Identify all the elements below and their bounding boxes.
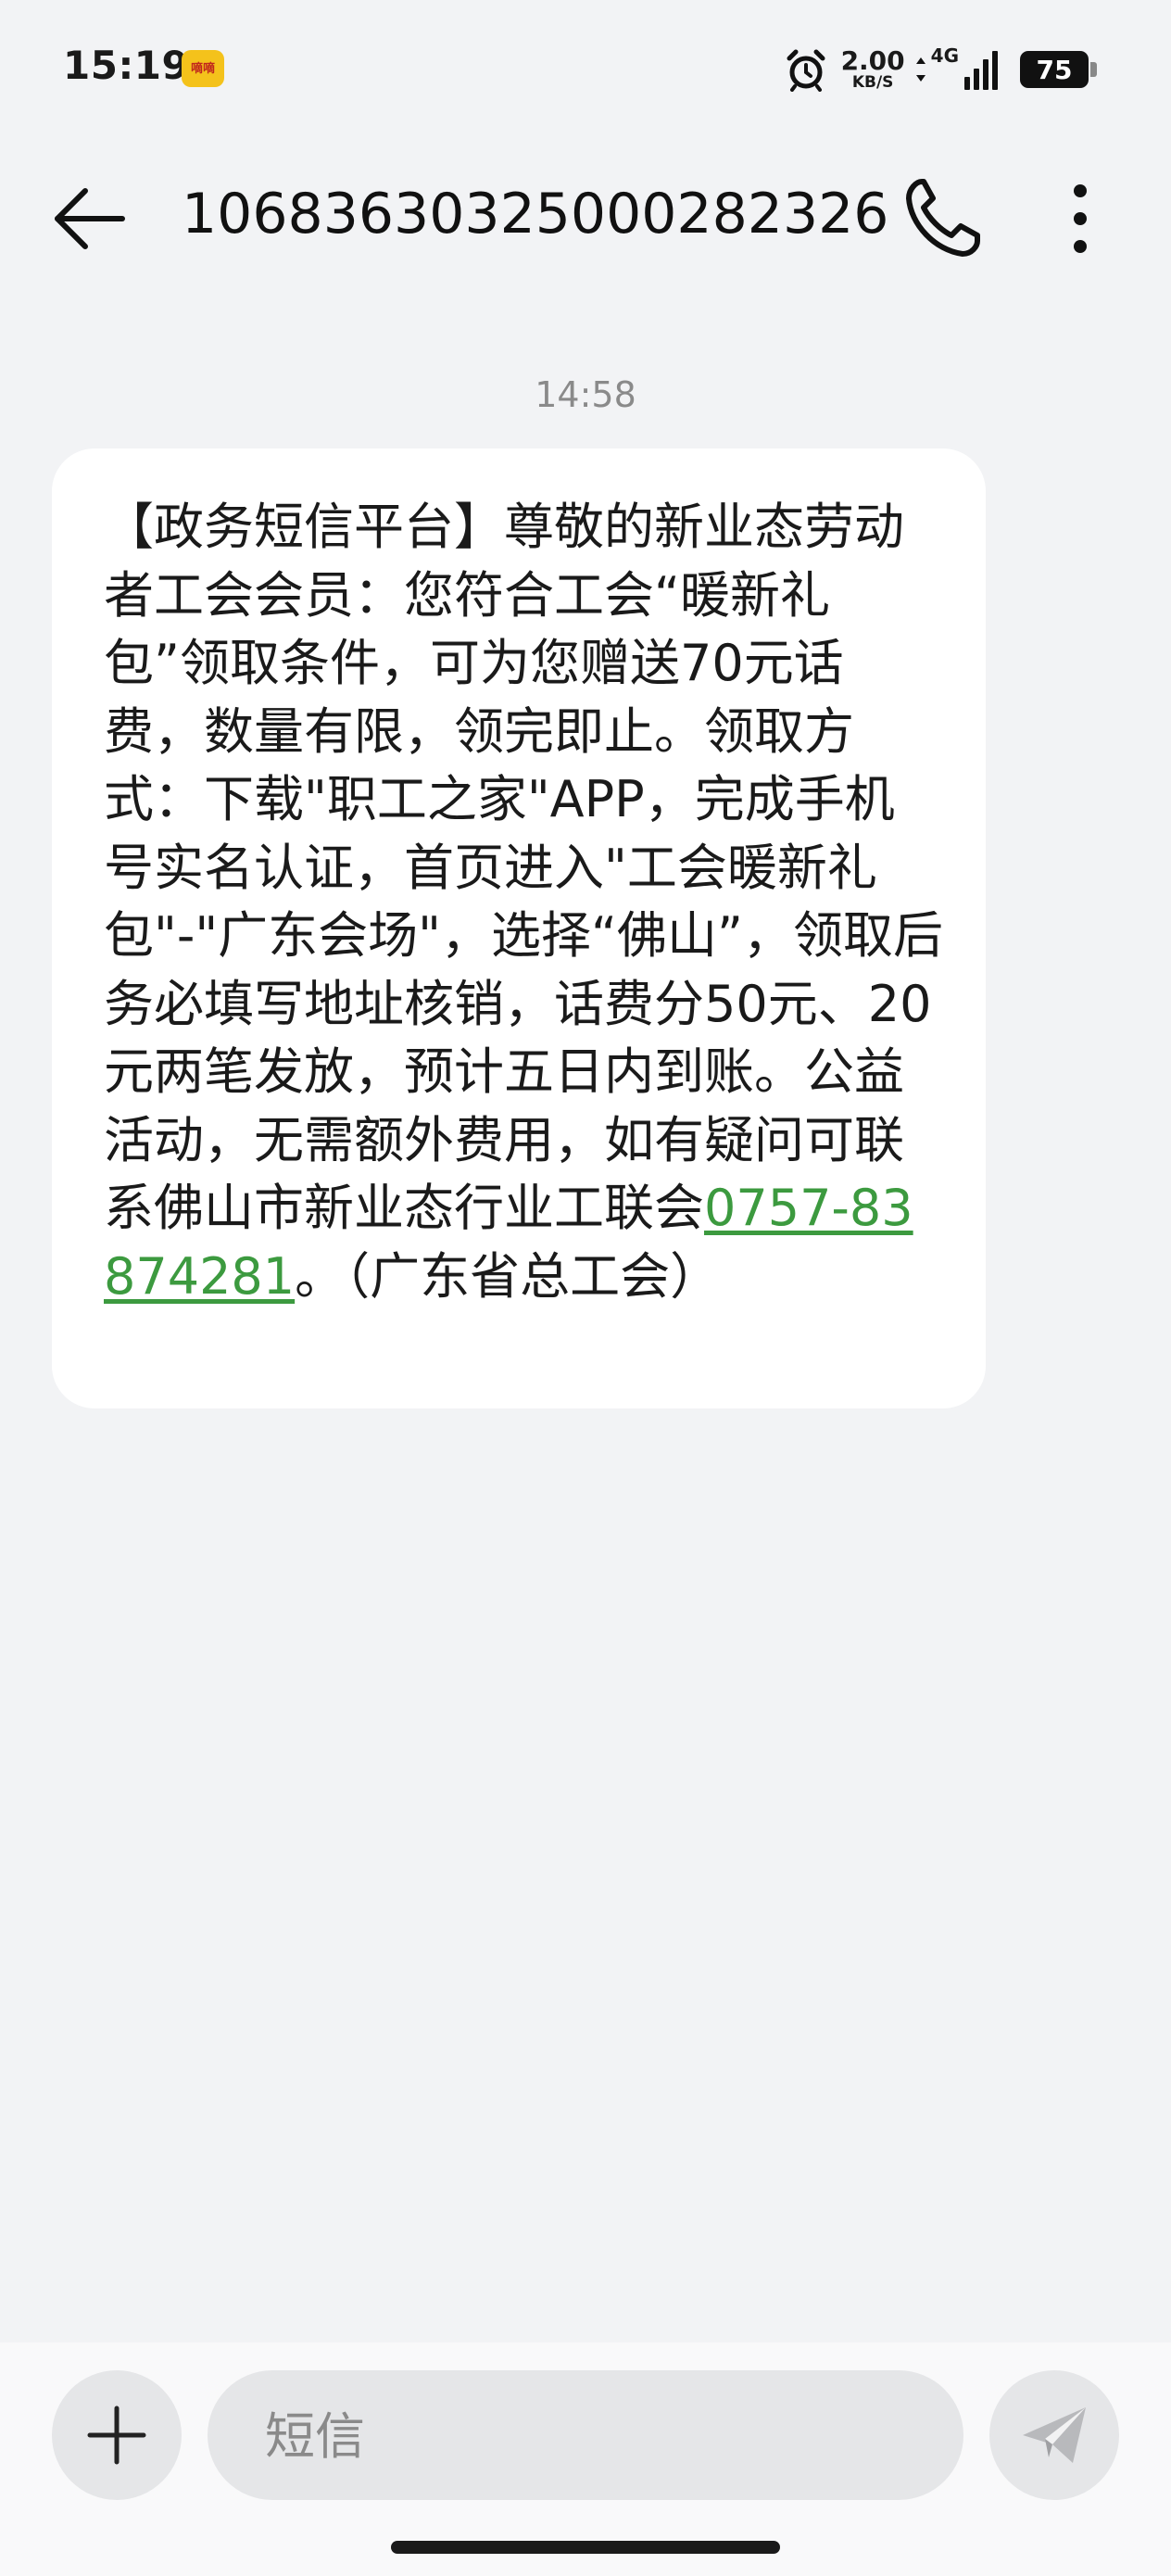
status-indicators: 2.00 KB/S 4G 75	[784, 37, 1097, 102]
message-timestamp: 14:58	[535, 374, 636, 415]
status-bar: 15:19 嘀嘀 2.00 KB/S 4G 75	[0, 0, 1171, 139]
phone-icon[interactable]	[903, 176, 981, 259]
alarm-icon	[787, 49, 825, 92]
network-speed-value: 2.00	[840, 45, 905, 76]
status-time: 15:19	[63, 43, 190, 88]
battery-icon: 75	[1020, 51, 1089, 88]
message-signature: 。（广东省总工会）	[295, 1246, 721, 1306]
battery-tip	[1090, 62, 1097, 77]
network-type: 4G	[930, 44, 959, 67]
message-bubble[interactable]: 【政务短信平台】尊敬的新业态劳动者工会会员：您符合工会“暖新礼包”领取条件，可为…	[52, 448, 986, 1408]
message-input-container[interactable]	[208, 2370, 963, 2502]
plus-icon	[87, 2406, 146, 2465]
signal-icon	[964, 51, 998, 90]
network-speed-unit: KB/S	[851, 73, 894, 92]
home-indicator[interactable]	[391, 2541, 780, 2554]
notification-app-label: 嘀嘀	[190, 61, 215, 76]
updown-arrows-icon	[915, 57, 925, 82]
back-arrow-icon[interactable]	[52, 183, 126, 254]
network-speed: 2.00 KB/S	[840, 45, 905, 92]
contact-number: 10683630325000282326	[182, 182, 889, 246]
notification-app-icon: 嘀嘀	[182, 50, 224, 87]
conversation-header: 10683630325000282326	[0, 139, 1171, 297]
composer-bar	[0, 2342, 1171, 2576]
message-body: 【政务短信平台】尊敬的新业态劳动者工会会员：您符合工会“暖新礼包”领取条件，可为…	[104, 498, 943, 1237]
add-button[interactable]	[52, 2370, 182, 2500]
send-button[interactable]	[989, 2370, 1119, 2500]
more-vertical-icon[interactable]	[1056, 180, 1104, 258]
send-icon	[1023, 2407, 1086, 2463]
message-input[interactable]	[263, 2370, 915, 2502]
battery-level: 75	[1036, 54, 1073, 85]
message-text: 【政务短信平台】尊敬的新业态劳动者工会会员：您符合工会“暖新礼包”领取条件，可为…	[104, 493, 943, 1310]
